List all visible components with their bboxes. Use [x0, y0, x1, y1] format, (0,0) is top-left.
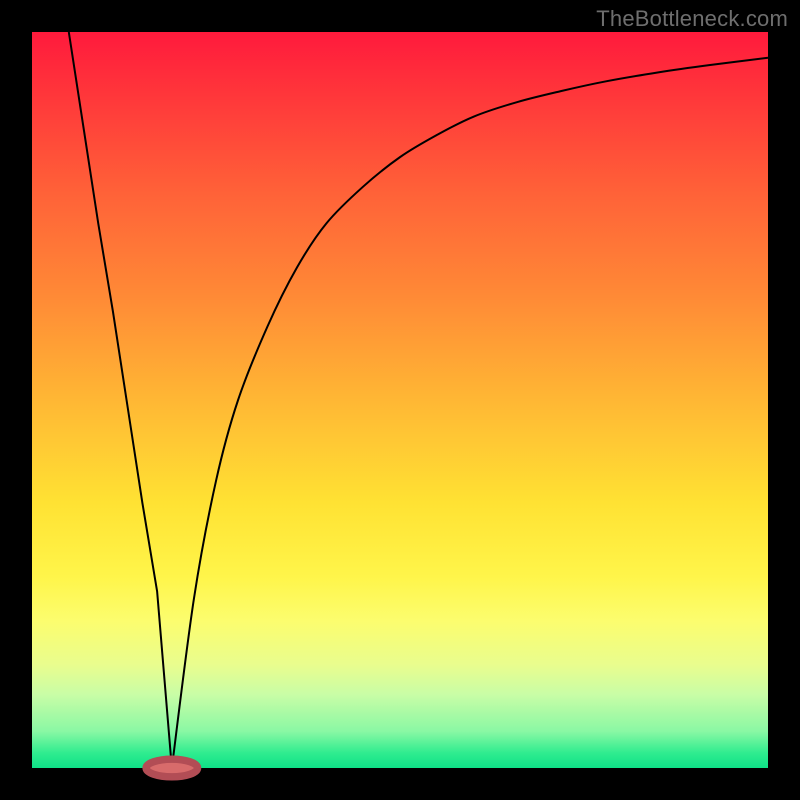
chart-frame: TheBottleneck.com — [0, 0, 800, 800]
watermark-text: TheBottleneck.com — [596, 6, 788, 32]
plot-area — [32, 32, 768, 768]
left-branch-curve — [69, 32, 172, 768]
curve-layer — [32, 32, 768, 768]
right-branch-curve — [172, 58, 768, 768]
optimum-marker — [146, 759, 198, 777]
